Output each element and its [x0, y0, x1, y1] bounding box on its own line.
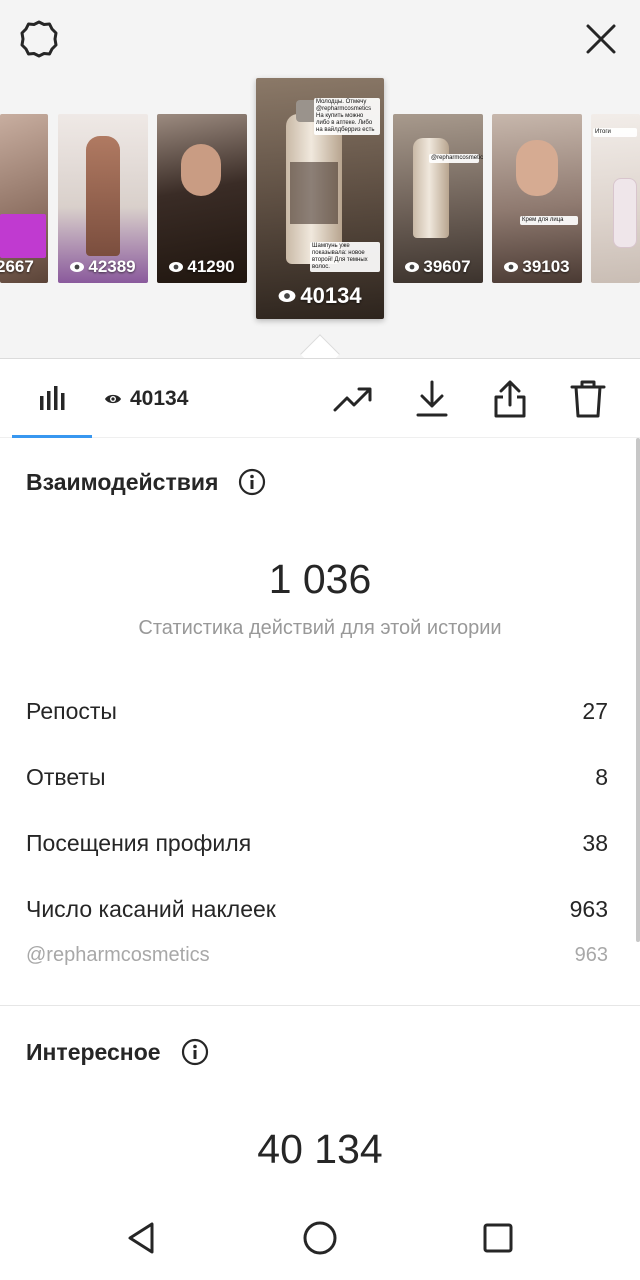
close-button[interactable]: [580, 18, 622, 60]
story-thumbnail[interactable]: Итоги: [591, 114, 640, 283]
story-views: 2667: [0, 257, 34, 276]
scroll-fade: [0, 1178, 640, 1196]
trash-icon: [570, 380, 606, 418]
story-caption: Молодцы. Отмечу @repharmcosmetics На куп…: [314, 98, 380, 135]
product-bottle: [613, 178, 637, 248]
story-views: 41290: [157, 257, 247, 277]
stat-row-sticker-mention[interactable]: @repharmcosmetics 963: [26, 944, 608, 967]
close-icon: [586, 24, 616, 54]
stat-label: Ответы: [26, 764, 106, 790]
info-icon: [239, 468, 266, 496]
story-toolbar: 40134: [0, 358, 640, 438]
stat-row-replies: Ответы 8: [26, 764, 608, 791]
nav-recents-icon: [483, 1223, 513, 1253]
eye-icon: [169, 262, 184, 272]
nav-back-icon: [128, 1222, 154, 1254]
story-caption: Шампунь уже показывала: новое второй! Дл…: [310, 242, 380, 272]
interactions-subtitle: Статистика действий для этой истории: [138, 617, 502, 639]
sticker-mention-label: @repharmcosmetics: [26, 944, 210, 966]
story-caption: Итоги: [593, 128, 637, 137]
story-views: 40134: [256, 283, 384, 309]
interactions-header: Взаимодействия: [26, 468, 266, 496]
story-views: 39103: [492, 257, 582, 277]
promote-button[interactable]: [331, 377, 375, 421]
system-navigation-bar: [0, 1196, 640, 1280]
stat-label: Посещения профиля: [26, 830, 252, 856]
story-caption: @repharmcosmetics: [429, 154, 483, 163]
story-thumbnail[interactable]: Крем для лица 39103: [492, 114, 582, 283]
interactions-title: Взаимодействия: [26, 468, 219, 495]
story-figure: [86, 136, 120, 256]
sticker-mention-value: 963: [574, 944, 608, 966]
stat-label: Число касаний наклеек: [26, 896, 276, 922]
story-thumbnail[interactable]: @repharmcosmetics 39607: [393, 114, 483, 283]
stat-value: 8: [595, 764, 608, 790]
story-views: 39607: [393, 257, 483, 277]
stat-value: 963: [569, 896, 608, 922]
info-icon: [181, 1038, 208, 1066]
download-button[interactable]: [410, 377, 454, 421]
bar-chart-icon: [40, 386, 65, 410]
discovery-header: Интересное: [26, 1038, 209, 1066]
eye-icon: [405, 262, 420, 272]
eye-icon: [279, 290, 296, 302]
story-face: [181, 144, 221, 196]
info-button[interactable]: [181, 1038, 209, 1066]
nav-recents-button[interactable]: [478, 1218, 518, 1258]
share-button[interactable]: [488, 377, 532, 421]
section-divider: [0, 1005, 640, 1006]
scrollbar[interactable]: [636, 438, 640, 942]
story-thumbnail-selected[interactable]: Молодцы. Отмечу @repharmcosmetics На куп…: [256, 78, 384, 319]
nav-home-icon: [303, 1221, 337, 1255]
stat-label: Репосты: [26, 698, 117, 724]
views-tab[interactable]: 40134: [104, 359, 188, 439]
stat-row-profile-visits: Посещения профиля 38: [26, 830, 608, 857]
story-thumbnail[interactable]: 41290: [157, 114, 247, 283]
story-face: [516, 140, 558, 196]
stat-value: 38: [582, 830, 608, 856]
info-button[interactable]: [238, 468, 266, 496]
settings-icon: [20, 20, 58, 58]
eye-icon: [70, 262, 85, 272]
story-views: 42389: [58, 257, 148, 277]
stats-tab[interactable]: [12, 359, 92, 438]
download-icon: [416, 380, 448, 417]
nav-back-button[interactable]: [122, 1218, 162, 1258]
delete-button[interactable]: [566, 377, 610, 421]
bottle-label: [290, 162, 338, 224]
story-thumbnail[interactable]: 42389: [58, 114, 148, 283]
settings-button[interactable]: [18, 18, 60, 60]
views-count: 40134: [130, 387, 189, 410]
trending-icon: [333, 387, 372, 412]
product-bottle: [413, 138, 449, 238]
stat-row-sticker-taps: Число касаний наклеек 963: [26, 896, 608, 923]
discovery-total: 40 134: [257, 1126, 383, 1172]
story-caption: [0, 214, 46, 258]
stories-strip: 2667 42389 41290 Молодцы. Отмечу @rephar…: [0, 0, 640, 374]
story-thumbnail[interactable]: 2667: [0, 114, 48, 283]
eye-icon: [105, 394, 121, 404]
share-icon: [494, 380, 526, 418]
story-caption: Крем для лица: [520, 216, 578, 225]
stat-value: 27: [582, 698, 608, 724]
discovery-title: Интересное: [26, 1038, 161, 1065]
stat-row-reposts: Репосты 27: [26, 698, 608, 725]
nav-home-button[interactable]: [300, 1218, 340, 1258]
eye-icon: [504, 262, 519, 272]
interactions-total: 1 036: [268, 556, 372, 602]
